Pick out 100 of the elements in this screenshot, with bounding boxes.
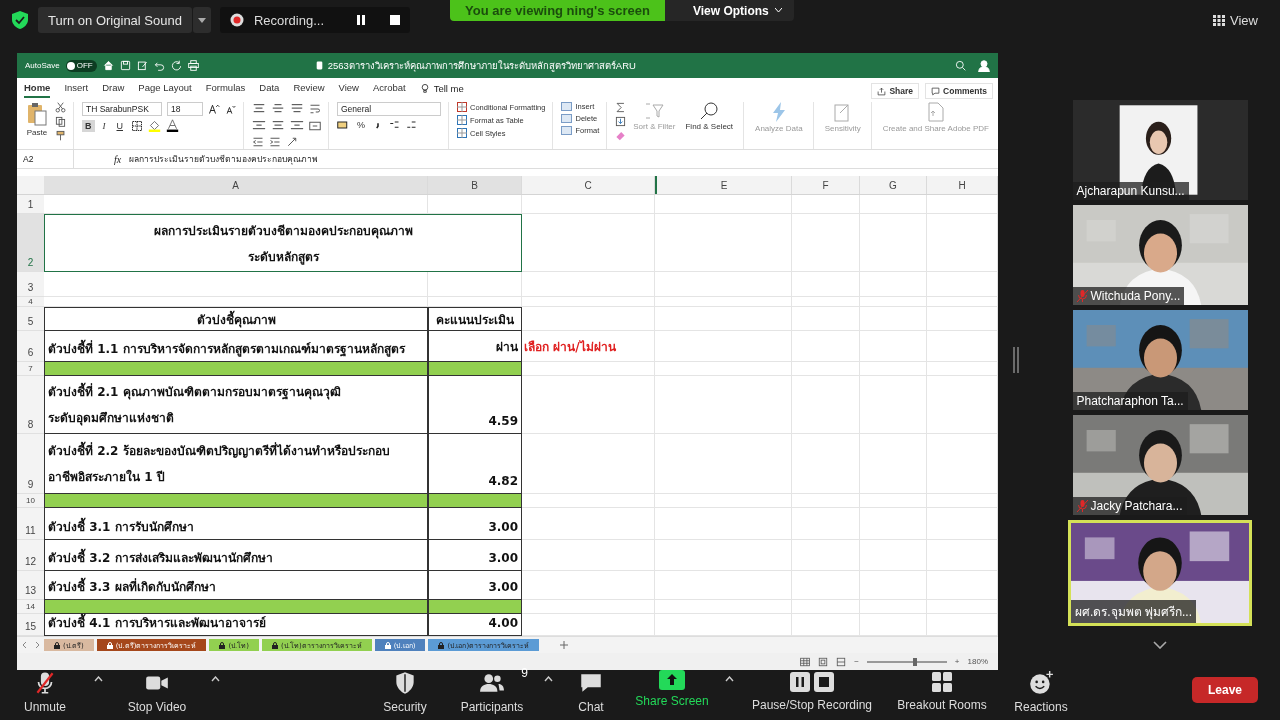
breakout-button[interactable]: Breakout Rooms bbox=[890, 664, 994, 716]
dropdown-button[interactable] bbox=[192, 7, 211, 33]
normal-view-icon[interactable] bbox=[800, 656, 811, 667]
tell-me-link[interactable]: Tell me bbox=[433, 83, 464, 94]
search-icon[interactable] bbox=[955, 59, 966, 71]
ribbon-tab[interactable]: View bbox=[338, 80, 359, 98]
redo-icon[interactable] bbox=[170, 60, 182, 71]
empty-cell[interactable] bbox=[792, 307, 860, 331]
increase-decimal-icon[interactable] bbox=[388, 119, 400, 131]
row-header[interactable]: 12 bbox=[17, 540, 44, 571]
row-header[interactable]: 2 bbox=[17, 214, 44, 272]
row-header[interactable]: 14 bbox=[17, 600, 44, 614]
percent-button[interactable]: % bbox=[354, 119, 368, 131]
print-icon[interactable] bbox=[187, 60, 199, 71]
reactions-button[interactable]: Reactions bbox=[1004, 664, 1078, 716]
row-header[interactable]: 5 bbox=[17, 307, 44, 331]
column-header[interactable]: G bbox=[860, 176, 927, 194]
empty-cell[interactable] bbox=[522, 540, 655, 571]
column-header[interactable]: C bbox=[522, 176, 655, 194]
empty-cell[interactable] bbox=[428, 272, 522, 297]
merge-cells-icon[interactable] bbox=[309, 120, 321, 132]
empty-cell[interactable] bbox=[792, 272, 860, 297]
empty-cell[interactable] bbox=[792, 571, 860, 600]
empty-cell[interactable] bbox=[522, 307, 655, 331]
scroll-arrows-icon[interactable] bbox=[21, 641, 41, 649]
name-box[interactable]: A2 bbox=[17, 150, 74, 168]
empty-cell[interactable] bbox=[655, 540, 792, 571]
underline-button[interactable]: U bbox=[113, 119, 126, 132]
empty-cell[interactable] bbox=[655, 297, 792, 307]
grow-font-icon[interactable] bbox=[208, 103, 220, 115]
caret-icon[interactable] bbox=[544, 676, 553, 682]
empty-cell[interactable] bbox=[860, 434, 927, 494]
fill-color-icon[interactable] bbox=[148, 119, 161, 132]
row-header[interactable]: 6 bbox=[17, 331, 44, 362]
function-label[interactable]: fx bbox=[114, 153, 122, 165]
share-button[interactable]: Share bbox=[871, 83, 920, 99]
mic-button[interactable]: Unmute bbox=[10, 664, 80, 716]
row-header[interactable]: 4 bbox=[17, 297, 44, 307]
shrink-font-icon[interactable] bbox=[225, 103, 236, 115]
ribbon-tab[interactable]: Home bbox=[24, 80, 51, 98]
empty-cell[interactable] bbox=[927, 272, 998, 297]
empty-cell[interactable] bbox=[428, 195, 522, 214]
find-select-button[interactable]: Find & Select bbox=[682, 102, 737, 149]
column-header[interactable]: H bbox=[927, 176, 998, 194]
video-tile[interactable]: ผศ.ดร.จุมพต พุ่มศรีก... bbox=[1068, 520, 1252, 626]
empty-cell[interactable] bbox=[655, 362, 792, 376]
chat-button[interactable]: Chat bbox=[563, 664, 619, 716]
empty-cell[interactable] bbox=[792, 508, 860, 540]
empty-cell[interactable] bbox=[927, 540, 998, 571]
video-tile[interactable]: Phatcharaphon Ta... bbox=[1072, 310, 1248, 410]
empty-cell[interactable] bbox=[927, 362, 998, 376]
empty-cell[interactable] bbox=[860, 376, 927, 434]
empty-cell[interactable] bbox=[655, 272, 792, 297]
zoom-in-button[interactable]: + bbox=[954, 657, 960, 666]
empty-cell[interactable] bbox=[860, 600, 927, 614]
bold-button[interactable]: B bbox=[82, 119, 95, 132]
copy-icon[interactable] bbox=[55, 116, 66, 127]
format-painter-icon[interactable] bbox=[55, 130, 66, 141]
empty-cell[interactable] bbox=[860, 508, 927, 540]
empty-cell[interactable] bbox=[860, 307, 927, 331]
shield-icon[interactable] bbox=[12, 11, 28, 29]
comments-button[interactable]: Comments bbox=[925, 83, 993, 99]
view-button[interactable]: View bbox=[1207, 11, 1264, 29]
ribbon-tab[interactable]: Data bbox=[259, 80, 280, 98]
empty-cell[interactable] bbox=[792, 376, 860, 434]
empty-cell[interactable] bbox=[860, 571, 927, 600]
font-dropdown[interactable]: TH SarabunPSK bbox=[82, 102, 162, 116]
column-header[interactable]: E bbox=[655, 176, 792, 194]
save-icon[interactable] bbox=[119, 60, 131, 71]
row-header[interactable]: 13 bbox=[17, 571, 44, 600]
title-cell[interactable]: ผลการประเมินรายตัวบงชีตามองคประกอบคุณภาพ ระดับหลักสูตร bbox=[44, 214, 522, 272]
empty-cell[interactable] bbox=[927, 434, 998, 494]
empty-cell[interactable] bbox=[655, 307, 792, 331]
zoom-out-button[interactable]: − bbox=[854, 657, 859, 666]
empty-cell[interactable] bbox=[927, 376, 998, 434]
participants-button[interactable]: 9 Participants bbox=[450, 664, 534, 716]
empty-cell[interactable] bbox=[522, 272, 655, 297]
empty-cell[interactable] bbox=[522, 214, 655, 272]
stop-icon[interactable] bbox=[390, 15, 401, 25]
empty-cell[interactable] bbox=[655, 376, 792, 434]
row-header[interactable]: 7 bbox=[17, 362, 44, 376]
number-format-dropdown[interactable]: General bbox=[337, 102, 441, 116]
row-header[interactable]: 9 bbox=[17, 434, 44, 494]
column-header[interactable]: F bbox=[792, 176, 860, 194]
font-color-icon[interactable] bbox=[166, 119, 179, 132]
empty-cell[interactable] bbox=[860, 494, 927, 508]
empty-cell[interactable] bbox=[655, 494, 792, 508]
share-button[interactable]: Share Screen bbox=[629, 664, 715, 716]
empty-cell[interactable] bbox=[860, 362, 927, 376]
video-tile[interactable]: Witchuda Pony... bbox=[1072, 205, 1248, 305]
empty-cell[interactable] bbox=[927, 571, 998, 600]
empty-cell[interactable] bbox=[792, 297, 860, 307]
empty-cell[interactable] bbox=[860, 214, 927, 272]
font-size-dropdown[interactable]: 18 bbox=[167, 102, 203, 116]
decrease-decimal-icon[interactable] bbox=[405, 119, 417, 131]
row-header[interactable]: 10 bbox=[17, 494, 44, 508]
ribbon-tab[interactable]: Acrobat bbox=[372, 80, 406, 98]
empty-cell[interactable] bbox=[522, 297, 655, 307]
caret-icon[interactable] bbox=[211, 676, 220, 682]
page-break-icon[interactable] bbox=[836, 656, 847, 667]
